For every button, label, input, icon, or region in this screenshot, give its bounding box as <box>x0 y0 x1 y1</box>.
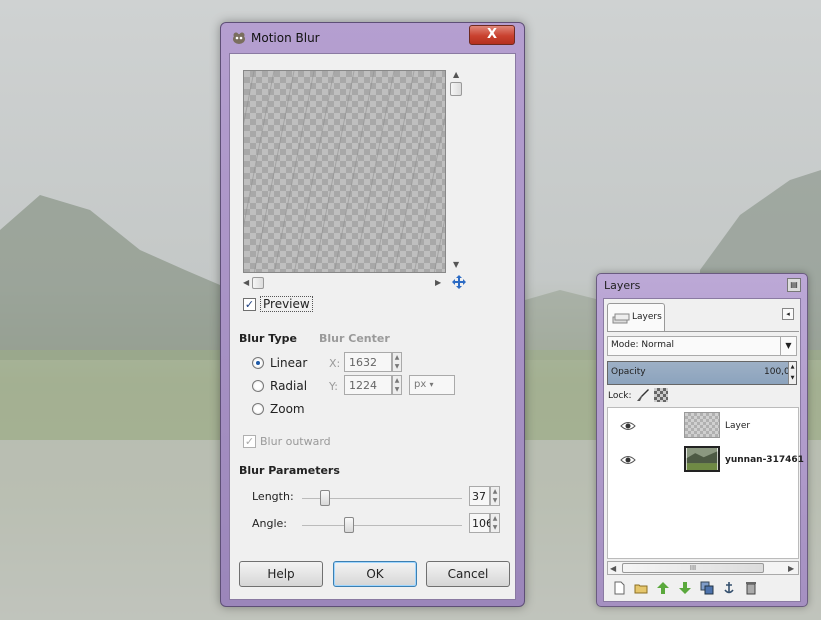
angle-stepper[interactable]: ▲ ▼ <box>490 513 500 533</box>
vertical-scroll-thumb[interactable] <box>450 82 462 96</box>
blur-outward-label[interactable]: Blur outward <box>260 435 331 448</box>
center-y-stepper[interactable]: ▲ ▼ <box>392 375 402 395</box>
list-item-layer[interactable]: Layer <box>608 410 798 442</box>
dialog-title-bar[interactable]: Motion Blur X <box>221 23 524 53</box>
scroll-grip: III <box>689 564 697 572</box>
rain-streaks-preview <box>244 71 445 272</box>
dialog-title: Motion Blur <box>251 31 320 45</box>
lock-pixels-brush-icon[interactable] <box>636 388 650 402</box>
dock-menu-icon[interactable]: ▤ <box>787 278 801 292</box>
blur-outward-checkbox[interactable]: ✓ <box>243 435 256 448</box>
tab-menu-icon[interactable]: ◂ <box>782 308 794 320</box>
lock-label: Lock: <box>608 391 632 401</box>
preview-vertical-scrollbar[interactable]: ▲ ▼ <box>449 70 463 273</box>
chevron-down-icon: ▼ <box>780 337 796 355</box>
radio-radial[interactable] <box>252 380 264 392</box>
scroll-up-icon[interactable]: ▲ <box>453 70 459 79</box>
preview-canvas[interactable] <box>243 70 446 273</box>
radio-linear[interactable] <box>252 357 264 369</box>
center-x-label: X: <box>329 357 341 370</box>
motion-blur-dialog: Motion Blur X ▲ ▼ ◀ ▶ ✓ Preview Blur Typ… <box>220 22 525 607</box>
radio-zoom[interactable] <box>252 403 264 415</box>
center-y-input[interactable]: 1224 ▲ ▼ <box>344 375 402 395</box>
length-value: 37 <box>472 490 486 503</box>
unit-dropdown[interactable]: px ▾ <box>409 375 455 395</box>
lower-layer-icon[interactable] <box>678 581 692 595</box>
center-y-label: Y: <box>329 380 338 393</box>
eye-visibility-icon[interactable] <box>620 420 636 432</box>
angle-slider-track[interactable] <box>302 525 462 526</box>
unit-value: px <box>414 379 427 390</box>
layers-dock: Layers ▤ Layers ◂ Mode: Normal ▼ Opacity… <box>596 273 808 607</box>
layers-dock-content: Layers ◂ Mode: Normal ▼ Opacity 100,0 ▲ ▼… <box>603 298 804 602</box>
cancel-button[interactable]: Cancel <box>426 561 510 587</box>
new-layer-icon[interactable] <box>612 581 626 595</box>
layers-dock-title: Layers <box>604 279 641 292</box>
mode-dropdown[interactable]: Mode: Normal ▼ <box>607 336 797 356</box>
navigate-move-icon[interactable] <box>451 274 467 290</box>
horizontal-scroll-thumb[interactable]: III <box>622 563 764 573</box>
length-label: Length: <box>252 490 294 503</box>
new-layer-group-icon[interactable] <box>634 581 648 595</box>
preview-checkbox[interactable]: ✓ <box>243 298 256 311</box>
gimp-app-icon <box>233 32 245 44</box>
angle-slider-thumb[interactable] <box>344 517 354 533</box>
eye-visibility-icon[interactable] <box>620 454 636 466</box>
radio-zoom-label[interactable]: Zoom <box>270 402 305 416</box>
blur-type-heading: Blur Type <box>239 332 297 345</box>
preview-horizontal-scrollbar[interactable]: ◀ ▶ <box>243 276 446 290</box>
lock-alpha-icon[interactable] <box>654 388 668 402</box>
opacity-stepper[interactable]: ▲ ▼ <box>788 362 796 384</box>
angle-label: Angle: <box>252 517 288 530</box>
dialog-content: ▲ ▼ ◀ ▶ ✓ Preview Blur Type Blur Center … <box>229 53 516 600</box>
layer-thumbnail-photo <box>684 446 720 472</box>
radio-radial-label[interactable]: Radial <box>270 379 307 393</box>
tab-layers-label: Layers <box>632 312 662 322</box>
opacity-label: Opacity <box>611 367 646 377</box>
layer-list: Layer yunnan-317461 <box>607 407 804 559</box>
chevron-down-icon: ▾ <box>429 380 434 389</box>
scroll-down-icon[interactable]: ▼ <box>453 260 459 269</box>
layer-name: Layer <box>725 421 751 431</box>
raise-layer-icon[interactable] <box>656 581 670 595</box>
opacity-value: 100,0 <box>764 367 790 377</box>
tab-layers[interactable]: Layers <box>607 303 665 331</box>
list-item-yunnan[interactable]: yunnan-317461 <box>608 444 804 476</box>
mode-value: Mode: Normal <box>611 340 674 350</box>
angle-input[interactable]: 106 ▲ ▼ <box>469 513 500 533</box>
layer-list-horizontal-scrollbar[interactable]: ◀ III ▶ <box>607 561 799 575</box>
blur-center-heading: Blur Center <box>319 332 390 345</box>
scroll-right-icon[interactable]: ▶ <box>435 278 441 287</box>
ok-button[interactable]: OK <box>333 561 417 587</box>
center-y-value: 1224 <box>349 379 377 392</box>
opacity-slider[interactable]: Opacity 100,0 ▲ ▼ <box>607 361 797 385</box>
preview-label[interactable]: Preview <box>260 296 313 312</box>
layer-name: yunnan-317461 <box>725 455 804 465</box>
layer-thumbnail <box>684 412 720 438</box>
duplicate-layer-icon[interactable] <box>700 581 714 595</box>
length-input[interactable]: 37 ▲ ▼ <box>469 486 500 506</box>
help-button[interactable]: Help <box>239 561 323 587</box>
blur-parameters-heading: Blur Parameters <box>239 464 340 477</box>
anchor-layer-icon[interactable] <box>722 581 736 595</box>
scroll-left-icon[interactable]: ◀ <box>610 564 616 573</box>
center-x-value: 1632 <box>349 356 377 369</box>
delete-layer-icon[interactable] <box>744 581 758 595</box>
layers-stack-icon <box>612 313 630 324</box>
horizontal-scroll-thumb[interactable] <box>252 277 264 289</box>
center-x-stepper[interactable]: ▲ ▼ <box>392 352 402 372</box>
close-button[interactable]: X <box>469 25 515 45</box>
length-stepper[interactable]: ▲ ▼ <box>490 486 500 506</box>
radio-linear-label[interactable]: Linear <box>270 356 307 370</box>
scroll-right-icon[interactable]: ▶ <box>788 564 794 573</box>
scroll-left-icon[interactable]: ◀ <box>243 278 249 287</box>
length-slider-thumb[interactable] <box>320 490 330 506</box>
tab-divider <box>607 331 799 332</box>
center-x-input[interactable]: 1632 ▲ ▼ <box>344 352 402 372</box>
